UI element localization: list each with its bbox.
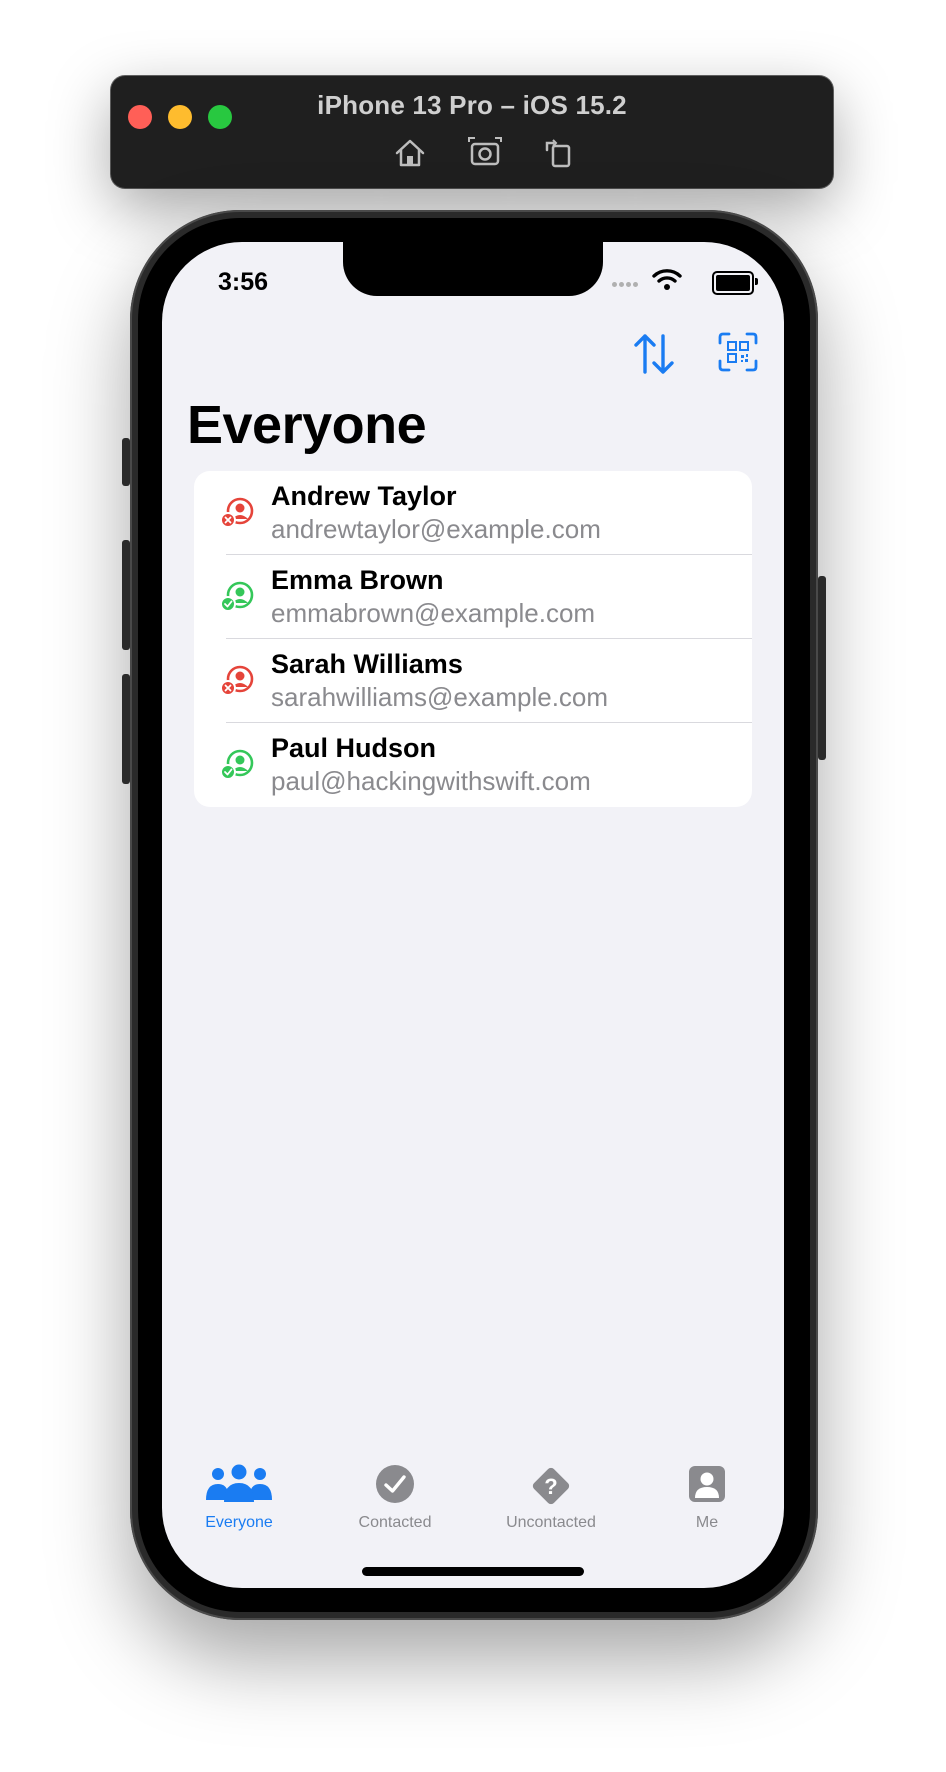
phone-screen: 3:56 Everyone Andrew Taylor andrewtaylor…: [162, 242, 784, 1588]
tab-uncontacted[interactable]: ? Uncontacted: [486, 1464, 616, 1532]
tab-label: Contacted: [358, 1514, 432, 1531]
wifi-icon: [652, 268, 682, 295]
home-icon[interactable]: [393, 136, 427, 175]
power-button: [818, 576, 826, 760]
contact-name: Andrew Taylor: [271, 481, 457, 511]
svg-text:?: ?: [544, 1474, 557, 1499]
contact-email: paul@hackingwithswift.com: [271, 766, 591, 796]
contact-row-sarah-williams[interactable]: Sarah Williams sarahwilliams@example.com: [194, 639, 752, 723]
battery-icon: [712, 271, 758, 295]
contact-email: sarahwilliams@example.com: [271, 682, 609, 712]
contact-row-emma-brown[interactable]: Emma Brown emmabrown@example.com: [194, 555, 752, 639]
status-time: 3:56: [218, 268, 269, 296]
tab-label: Uncontacted: [506, 1514, 596, 1531]
arrow-up-down-icon[interactable]: [632, 332, 676, 381]
page-title: Everyone: [187, 395, 427, 455]
tab-label: Me: [695, 1514, 719, 1531]
contact-email: emmabrown@example.com: [271, 598, 596, 628]
notch: [343, 242, 603, 296]
contact-row-paul-hudson[interactable]: Paul Hudson paul@hackingwithswift.com: [194, 723, 752, 807]
person-uncontacted-icon: [220, 665, 256, 702]
tab-label: Everyone: [205, 1514, 273, 1531]
qr-scan-icon[interactable]: [718, 332, 758, 377]
volume-down-button: [122, 674, 130, 784]
tab-contacted[interactable]: Contacted: [330, 1464, 460, 1532]
contact-email: andrewtaylor@example.com: [271, 514, 601, 544]
contact-name: Paul Hudson: [271, 733, 437, 763]
home-indicator[interactable]: [362, 1567, 584, 1576]
simulator-title-bar: iPhone 13 Pro – iOS 15.2: [111, 76, 833, 188]
person-contacted-icon: [220, 581, 256, 618]
contact-list: Andrew Taylor andrewtaylor@example.com E…: [194, 471, 752, 807]
person-contacted-icon: [220, 749, 256, 786]
contact-name: Sarah Williams: [271, 649, 463, 679]
volume-up-button: [122, 540, 130, 650]
people-icon: [174, 1464, 304, 1508]
contact-name: Emma Brown: [271, 565, 444, 595]
tab-bar: Everyone Contacted ? Uncontacted Me: [162, 1464, 784, 1554]
tab-me[interactable]: Me: [642, 1464, 772, 1532]
contact-row-andrew-taylor[interactable]: Andrew Taylor andrewtaylor@example.com: [194, 471, 752, 555]
questionmark-diamond-icon: ?: [486, 1464, 616, 1508]
rotate-icon[interactable]: [541, 136, 575, 175]
tab-everyone[interactable]: Everyone: [174, 1464, 304, 1532]
screenshot-icon[interactable]: [467, 136, 503, 175]
checkmark-circle-icon: [330, 1464, 460, 1508]
person-uncontacted-icon: [220, 497, 256, 534]
signal-icon: [612, 282, 640, 288]
simulator-title: iPhone 13 Pro – iOS 15.2: [317, 90, 627, 120]
mute-switch: [122, 438, 130, 486]
person-square-icon: [642, 1464, 772, 1508]
